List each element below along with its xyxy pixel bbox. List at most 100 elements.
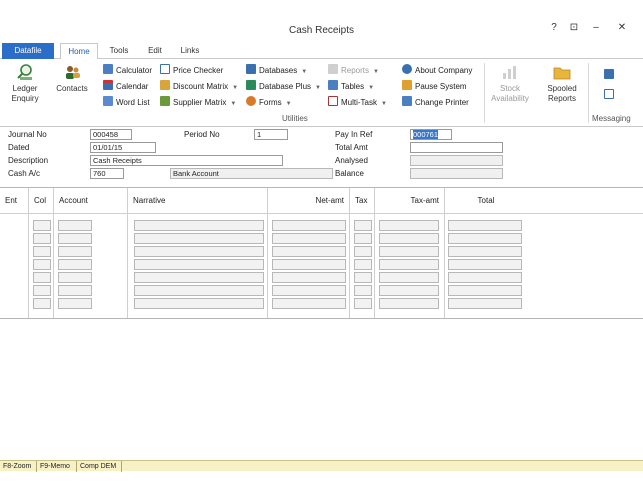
minimize-button[interactable]: – bbox=[588, 22, 604, 33]
word-list-button[interactable]: Word List bbox=[103, 96, 150, 109]
stock-availability-label: Stock Availability bbox=[491, 84, 529, 103]
grid-cell-account[interactable] bbox=[58, 259, 92, 270]
tab-home[interactable]: Home bbox=[60, 43, 98, 60]
grid-cell-account[interactable] bbox=[58, 285, 92, 296]
change-printer-button[interactable]: Change Printer bbox=[402, 96, 469, 109]
discount-matrix-button[interactable]: Discount Matrix ▼ bbox=[160, 80, 238, 93]
grid-cell-tax-amt[interactable] bbox=[379, 285, 439, 296]
tab-links[interactable]: Links bbox=[176, 43, 204, 59]
grid-cell-narrative[interactable] bbox=[134, 285, 264, 296]
grid-cell-narrative[interactable] bbox=[134, 246, 264, 257]
reports-button[interactable]: Reports ▼ bbox=[328, 64, 379, 77]
tab-datafile[interactable]: Datafile bbox=[2, 43, 54, 59]
calendar-button[interactable]: Calendar bbox=[103, 80, 148, 93]
spooled-reports-button[interactable]: Spooled Reports bbox=[540, 63, 584, 104]
grid-cell-tax[interactable] bbox=[354, 285, 372, 296]
grid-cell-net-amt[interactable] bbox=[272, 220, 346, 231]
grid-cell-narrative[interactable] bbox=[134, 298, 264, 309]
grid-cell-total[interactable] bbox=[448, 285, 522, 296]
grid-cell-narrative[interactable] bbox=[134, 272, 264, 283]
grid-cell-col[interactable] bbox=[33, 233, 51, 244]
database-plus-button[interactable]: Database Plus ▼ bbox=[246, 80, 321, 93]
forms-button[interactable]: Forms ▼ bbox=[246, 96, 292, 109]
cash-ac-field[interactable]: 760 bbox=[90, 168, 124, 179]
grid-cell-total[interactable] bbox=[448, 272, 522, 283]
grid-cell-tax[interactable] bbox=[354, 233, 372, 244]
price-checker-button[interactable]: Price Checker bbox=[160, 64, 223, 77]
grid-cell-net-amt[interactable] bbox=[272, 298, 346, 309]
grid-cell-net-amt[interactable] bbox=[272, 259, 346, 270]
grid-cell-col[interactable] bbox=[33, 246, 51, 257]
period-no-field[interactable]: 1 bbox=[254, 129, 288, 140]
col-header-account[interactable]: Account bbox=[54, 188, 128, 214]
help-button[interactable]: ? bbox=[546, 22, 562, 33]
tab-tools[interactable]: Tools bbox=[104, 43, 134, 59]
grid-cell-account[interactable] bbox=[58, 233, 92, 244]
grid-cell-net-amt[interactable] bbox=[272, 233, 346, 244]
grid-cell-total[interactable] bbox=[448, 233, 522, 244]
grid-cell-col[interactable] bbox=[33, 220, 51, 231]
tab-edit[interactable]: Edit bbox=[142, 43, 168, 59]
grid-cell-tax-amt[interactable] bbox=[379, 272, 439, 283]
databases-button[interactable]: Databases ▼ bbox=[246, 64, 307, 77]
grid-cell-col[interactable] bbox=[33, 285, 51, 296]
grid-cell-net-amt[interactable] bbox=[272, 246, 346, 257]
status-f8-zoom[interactable]: F8-Zoom bbox=[0, 461, 37, 472]
pay-in-ref-field[interactable]: 000761 bbox=[410, 129, 452, 140]
grid-cell-narrative[interactable] bbox=[134, 233, 264, 244]
col-header-col[interactable]: Col bbox=[29, 188, 54, 214]
grid-cell-col[interactable] bbox=[33, 298, 51, 309]
stock-availability-button[interactable]: Stock Availability bbox=[486, 63, 534, 104]
dated-field[interactable]: 01/01/15 bbox=[90, 142, 156, 153]
grid-cell-tax[interactable] bbox=[354, 246, 372, 257]
contacts-button[interactable]: Contacts bbox=[52, 63, 92, 94]
journal-no-field[interactable]: 000458 bbox=[90, 129, 132, 140]
col-header-total[interactable]: Total bbox=[445, 188, 527, 214]
col-header-narrative[interactable]: Narrative bbox=[128, 188, 268, 214]
status-f9-memo[interactable]: F9-Memo bbox=[37, 461, 77, 472]
grid-cell-total[interactable] bbox=[448, 220, 522, 231]
grid-cell-net-amt[interactable] bbox=[272, 285, 346, 296]
send-message-button[interactable] bbox=[604, 69, 617, 82]
col-header-tax-amt[interactable]: Tax-amt bbox=[375, 188, 445, 214]
about-company-button[interactable]: About Company bbox=[402, 64, 472, 77]
grid-cell-net-amt[interactable] bbox=[272, 272, 346, 283]
grid-cell-tax-amt[interactable] bbox=[379, 298, 439, 309]
grid-cell-narrative[interactable] bbox=[134, 259, 264, 270]
about-company-icon bbox=[402, 64, 412, 74]
total-amt-label: Total Amt bbox=[335, 143, 368, 152]
col-header-tax[interactable]: Tax bbox=[350, 188, 375, 214]
grid-cell-total[interactable] bbox=[448, 298, 522, 309]
grid-cell-total[interactable] bbox=[448, 259, 522, 270]
tables-button[interactable]: Tables ▼ bbox=[328, 80, 374, 93]
restore-button[interactable]: ⊡ bbox=[566, 22, 582, 33]
folder-icon bbox=[553, 67, 571, 80]
grid-cell-col[interactable] bbox=[33, 259, 51, 270]
col-header-ent[interactable]: Ent bbox=[0, 188, 29, 214]
total-amt-field[interactable] bbox=[410, 142, 503, 153]
grid-cell-tax-amt[interactable] bbox=[379, 246, 439, 257]
supplier-matrix-button[interactable]: Supplier Matrix ▼ bbox=[160, 96, 236, 109]
grid-cell-narrative[interactable] bbox=[134, 220, 264, 231]
grid-cell-col[interactable] bbox=[33, 272, 51, 283]
pause-system-button[interactable]: Pause System bbox=[402, 80, 467, 93]
grid-cell-account[interactable] bbox=[58, 272, 92, 283]
calculator-button[interactable]: Calculator bbox=[103, 64, 152, 77]
grid-cell-total[interactable] bbox=[448, 246, 522, 257]
multi-task-button[interactable]: Multi-Task ▼ bbox=[328, 96, 387, 109]
ledger-enquiry-button[interactable]: Ledger Enquiry bbox=[6, 63, 44, 104]
col-header-net-amt[interactable]: Net-amt bbox=[268, 188, 350, 214]
grid-cell-account[interactable] bbox=[58, 246, 92, 257]
grid-cell-tax-amt[interactable] bbox=[379, 259, 439, 270]
grid-cell-account[interactable] bbox=[58, 298, 92, 309]
grid-cell-tax-amt[interactable] bbox=[379, 233, 439, 244]
grid-cell-tax[interactable] bbox=[354, 220, 372, 231]
description-field[interactable]: Cash Receipts bbox=[90, 155, 283, 166]
receive-message-button[interactable] bbox=[604, 89, 617, 102]
grid-cell-tax[interactable] bbox=[354, 272, 372, 283]
grid-cell-tax-amt[interactable] bbox=[379, 220, 439, 231]
grid-cell-tax[interactable] bbox=[354, 259, 372, 270]
grid-cell-tax[interactable] bbox=[354, 298, 372, 309]
grid-cell-account[interactable] bbox=[58, 220, 92, 231]
close-button[interactable]: ✕ bbox=[614, 22, 630, 33]
